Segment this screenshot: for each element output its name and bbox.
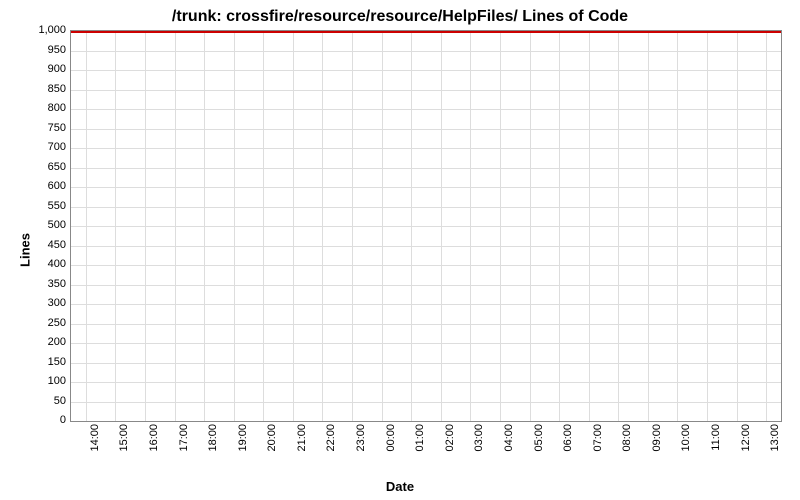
gridline-v <box>737 31 738 421</box>
x-tick-label: 19:00 <box>237 424 249 452</box>
x-tick-label: 04:00 <box>503 424 515 452</box>
gridline-v <box>707 31 708 421</box>
x-tick-label: 11:00 <box>710 424 722 451</box>
x-tick-label: 06:00 <box>562 424 574 452</box>
x-tick-label: 21:00 <box>296 424 308 452</box>
gridline-v <box>559 31 560 421</box>
x-tick-label: 09:00 <box>651 424 663 452</box>
gridline-v <box>234 31 235 421</box>
x-tick-label: 10:00 <box>680 424 692 452</box>
y-tick-label: 950 <box>16 44 66 56</box>
gridline-v <box>677 31 678 421</box>
y-tick-label: 100 <box>16 375 66 387</box>
gridline-v <box>766 31 767 421</box>
y-tick-label: 50 <box>16 395 66 407</box>
x-tick-label: 16:00 <box>148 424 160 452</box>
gridline-v <box>589 31 590 421</box>
gridline-v <box>618 31 619 421</box>
gridline-h <box>71 402 781 403</box>
y-tick-label: 750 <box>16 122 66 134</box>
plot-area <box>70 30 782 422</box>
x-axis-label: Date <box>0 479 800 494</box>
gridline-v <box>86 31 87 421</box>
y-tick-label: 300 <box>16 297 66 309</box>
y-tick-label: 450 <box>16 239 66 251</box>
gridline-v <box>470 31 471 421</box>
x-tick-label: 20:00 <box>266 424 278 452</box>
y-tick-label: 250 <box>16 317 66 329</box>
y-tick-label: 0 <box>16 414 66 426</box>
y-tick-label: 150 <box>16 356 66 368</box>
data-line <box>71 31 781 33</box>
x-tick-label: 00:00 <box>385 424 397 452</box>
gridline-h <box>71 363 781 364</box>
y-tick-label: 500 <box>16 219 66 231</box>
y-tick-label: 400 <box>16 258 66 270</box>
x-tick-label: 12:00 <box>740 424 752 452</box>
x-tick-label: 08:00 <box>621 424 633 452</box>
x-tick-label: 14:00 <box>89 424 101 452</box>
gridline-h <box>71 187 781 188</box>
y-tick-label: 200 <box>16 336 66 348</box>
chart-title: /trunk: crossfire/resource/resource/Help… <box>0 8 800 26</box>
gridline-h <box>71 265 781 266</box>
gridline-h <box>71 382 781 383</box>
gridline-h <box>71 168 781 169</box>
y-tick-label: 350 <box>16 278 66 290</box>
gridline-v <box>293 31 294 421</box>
chart-container: /trunk: crossfire/resource/resource/Help… <box>0 0 800 500</box>
gridline-v <box>352 31 353 421</box>
gridline-h <box>71 304 781 305</box>
gridline-h <box>71 129 781 130</box>
gridline-v <box>115 31 116 421</box>
y-tick-label: 850 <box>16 83 66 95</box>
gridline-h <box>71 148 781 149</box>
gridline-v <box>382 31 383 421</box>
y-tick-label: 900 <box>16 63 66 75</box>
x-tick-label: 01:00 <box>414 424 426 452</box>
x-tick-label: 23:00 <box>355 424 367 452</box>
x-tick-label: 22:00 <box>325 424 337 452</box>
gridline-v <box>441 31 442 421</box>
y-tick-label: 1,000 <box>16 24 66 36</box>
y-tick-label: 600 <box>16 180 66 192</box>
gridline-h <box>71 343 781 344</box>
x-tick-label: 02:00 <box>444 424 456 452</box>
x-tick-label: 07:00 <box>592 424 604 452</box>
gridline-h <box>71 246 781 247</box>
x-tick-label: 03:00 <box>473 424 485 452</box>
x-tick-label: 18:00 <box>207 424 219 452</box>
gridline-h <box>71 109 781 110</box>
gridline-h <box>71 90 781 91</box>
gridline-v <box>648 31 649 421</box>
gridline-h <box>71 226 781 227</box>
y-tick-label: 700 <box>16 141 66 153</box>
gridline-v <box>145 31 146 421</box>
gridline-v <box>175 31 176 421</box>
x-tick-label: 15:00 <box>118 424 130 452</box>
gridline-v <box>322 31 323 421</box>
gridline-h <box>71 70 781 71</box>
y-tick-label: 550 <box>16 200 66 212</box>
gridline-h <box>71 324 781 325</box>
gridline-v <box>263 31 264 421</box>
x-tick-label: 17:00 <box>178 424 190 452</box>
y-tick-label: 800 <box>16 102 66 114</box>
gridline-h <box>71 51 781 52</box>
gridline-v <box>204 31 205 421</box>
x-tick-label: 05:00 <box>533 424 545 452</box>
gridline-v <box>411 31 412 421</box>
x-tick-label: 13:00 <box>769 424 781 452</box>
gridline-h <box>71 285 781 286</box>
gridline-v <box>530 31 531 421</box>
y-tick-label: 650 <box>16 161 66 173</box>
gridline-h <box>71 207 781 208</box>
gridline-v <box>500 31 501 421</box>
